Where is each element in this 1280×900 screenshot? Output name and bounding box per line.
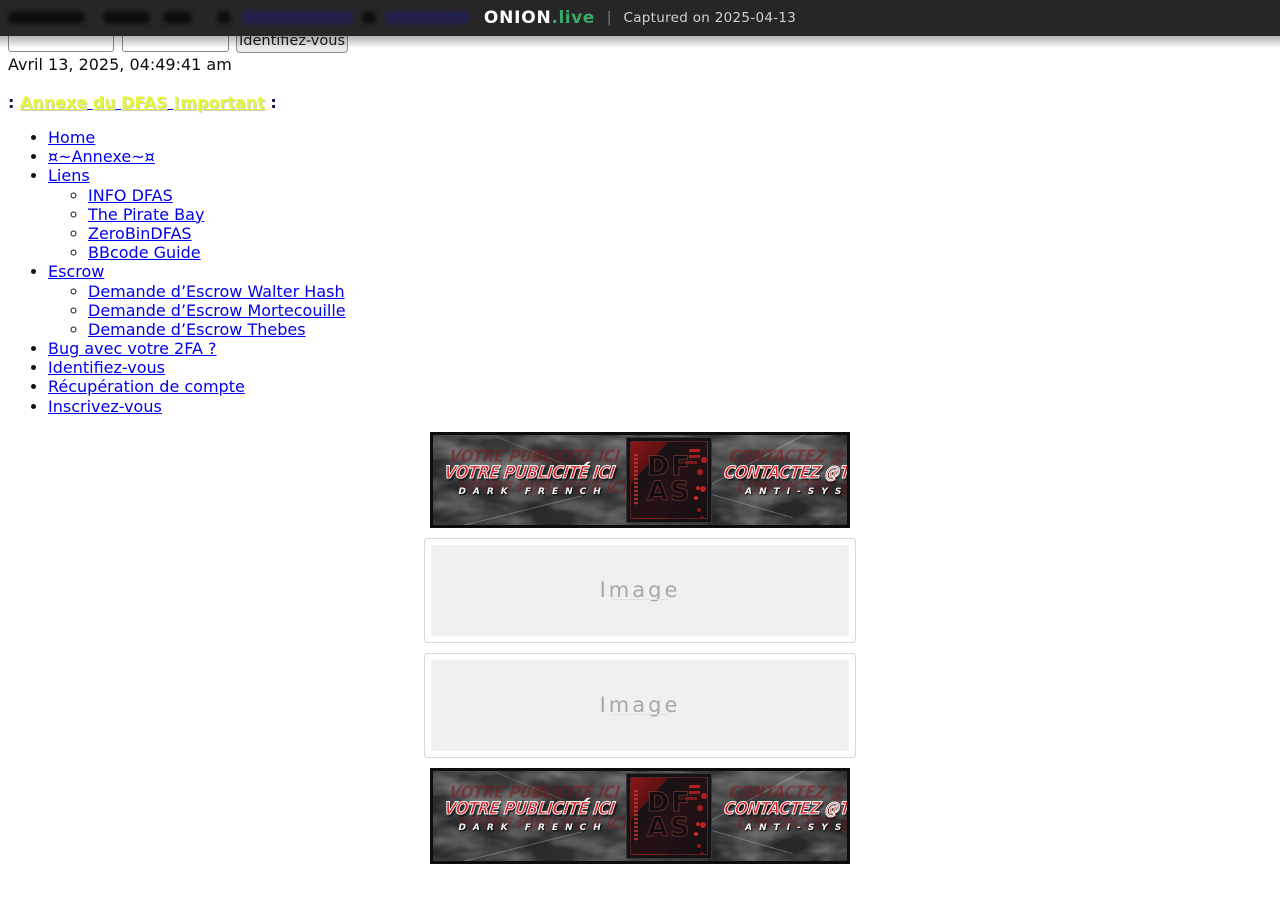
nav-link[interactable]: Inscrivez-vous <box>48 397 162 416</box>
image-placeholder-inner: Image <box>431 545 849 636</box>
nav-link[interactable]: ¤~Annexe~¤ <box>48 147 155 166</box>
nav-sublink[interactable]: BBcode Guide <box>88 243 201 262</box>
nav-sublink[interactable]: The Pirate Bay <box>88 205 204 224</box>
nav-item: Inscrivez-vous <box>48 397 1272 416</box>
redacted-text-blob <box>163 11 192 24</box>
nav-item: ¤~Annexe~¤ <box>48 147 1272 166</box>
logo-side-marking <box>634 790 638 842</box>
annexe-announcement: : Annexe du DFAS !mportant : <box>8 93 1272 112</box>
dfas-logo-square: DF AS <box>630 777 708 855</box>
ad-left-block: VOTRE PUBLICITÉ ICI VOTRE PUBLICITÉ ICI … <box>433 771 626 861</box>
nav-link[interactable]: Escrow <box>48 262 104 281</box>
ad-right-subline: ANTI-SYSTEM <box>738 487 850 497</box>
nav-sublist: Demande d’Escrow Walter HashDemande d’Es… <box>48 282 1272 340</box>
image-placeholder-1: Image <box>424 538 856 643</box>
redacted-link-blob <box>241 11 354 24</box>
nav-sublink[interactable]: Demande d’Escrow Mortecouille <box>88 301 346 320</box>
nav-sublist: INFO DFASThe Pirate BayZeroBinDFASBBcode… <box>48 186 1272 263</box>
nav-subitem: Demande d’Escrow Mortecouille <box>88 301 1272 320</box>
nav-sublink[interactable]: Demande d’Escrow Walter Hash <box>88 282 345 301</box>
redacted-text-blob <box>8 11 85 24</box>
nav-link[interactable]: Home <box>48 128 95 147</box>
logo-paint-splatter <box>696 486 700 490</box>
ad-right-headline: CONTACTEZ @THEBES <box>723 463 850 483</box>
dfas-logo: DF AS <box>626 773 712 859</box>
nav-sublink[interactable]: INFO DFAS <box>88 186 173 205</box>
dfas-ad-banner-top[interactable]: VOTRE PUBLICITÉ ICI VOTRE PUBLICITÉ ICI … <box>430 432 850 528</box>
nav-item: Identifiez-vous <box>48 358 1272 377</box>
page: ONION.live | Captured on 2025-04-13 Iden… <box>0 0 1280 900</box>
main-content: Avril 13, 2025, 04:49:41 am : Annexe du … <box>8 55 1272 874</box>
redacted-text-blob <box>362 11 376 24</box>
ad-left-block: VOTRE PUBLICITÉ ICI VOTRE PUBLICITÉ ICI … <box>433 435 626 525</box>
redacted-welcome-row <box>0 0 1280 36</box>
logo-side-marking <box>634 454 638 506</box>
logo-paint-splatter <box>696 822 700 826</box>
nav-item: Home <box>48 128 1272 147</box>
nav-subitem: Demande d’Escrow Thebes <box>88 320 1272 339</box>
ad-right-headline: CONTACTEZ @THEBES <box>723 799 850 819</box>
nav-item: EscrowDemande d’Escrow Walter HashDemand… <box>48 262 1272 339</box>
logo-letters-bottom: AS <box>647 480 691 505</box>
redacted-text-blob <box>103 11 150 24</box>
image-placeholder-artifact <box>612 714 668 715</box>
annexe-word: du <box>93 93 116 112</box>
center-stack: VOTRE PUBLICITÉ ICI VOTRE PUBLICITÉ ICI … <box>8 432 1272 864</box>
logo-corner-marks <box>689 449 700 452</box>
ad-right-subline: ANTI-SYSTEM <box>738 823 850 833</box>
nav-subitem: INFO DFAS <box>88 186 1272 205</box>
dfas-logo-square: DF AS <box>630 441 708 519</box>
ad-left-subline: DARK FRENCH <box>451 487 607 497</box>
ad-left-subline: DARK FRENCH <box>451 823 607 833</box>
redacted-link-blob <box>384 11 470 24</box>
nav-link[interactable]: Bug avec votre 2FA ? <box>48 339 216 358</box>
redacted-text-blob <box>217 11 231 24</box>
nav-sublink[interactable]: ZeroBinDFAS <box>88 224 192 243</box>
annexe-word: Annexe <box>20 93 87 112</box>
current-datetime: Avril 13, 2025, 04:49:41 am <box>8 55 1272 74</box>
logo-letters-bottom: AS <box>647 816 691 841</box>
ad-right-block: CONTACTEZ @THEBES CONTACTEZ @THEBES CONT… <box>712 771 850 861</box>
image-placeholder-inner: Image <box>431 660 849 751</box>
annexe-word: !mportant <box>173 93 265 112</box>
nav-item: Récupération de compte <box>48 377 1272 396</box>
annexe-link[interactable]: Annexe du DFAS !mportant <box>20 93 265 112</box>
ad-left-headline: VOTRE PUBLICITÉ ICI <box>443 799 616 819</box>
nav-list: Home¤~Annexe~¤LiensINFO DFASThe Pirate B… <box>8 128 1272 416</box>
nav-item: Bug avec votre 2FA ? <box>48 339 1272 358</box>
nav-link[interactable]: Identifiez-vous <box>48 358 165 377</box>
nav-subitem: The Pirate Bay <box>88 205 1272 224</box>
nav-subitem: Demande d’Escrow Walter Hash <box>88 282 1272 301</box>
ad-right-block: CONTACTEZ @THEBES CONTACTEZ @THEBES CONT… <box>712 435 850 525</box>
dfas-ad-banner-bottom[interactable]: VOTRE PUBLICITÉ ICI VOTRE PUBLICITÉ ICI … <box>430 768 850 864</box>
annexe-prefix: : <box>8 93 14 112</box>
capture-banner: ONION.live | Captured on 2025-04-13 <box>0 0 1280 36</box>
nav-subitem: ZeroBinDFAS <box>88 224 1272 243</box>
dfas-logo: DF AS <box>626 437 712 523</box>
annexe-word: DFAS <box>121 93 167 112</box>
image-placeholder-2: Image <box>424 653 856 758</box>
logo-corner-marks <box>689 785 700 788</box>
annexe-suffix: : <box>270 93 276 112</box>
nav-link[interactable]: Récupération de compte <box>48 377 245 396</box>
image-placeholder-artifact <box>612 599 668 600</box>
nav-item: LiensINFO DFASThe Pirate BayZeroBinDFASB… <box>48 166 1272 262</box>
nav-subitem: BBcode Guide <box>88 243 1272 262</box>
nav-link[interactable]: Liens <box>48 166 90 185</box>
ad-left-headline: VOTRE PUBLICITÉ ICI <box>443 463 616 483</box>
nav-sublink[interactable]: Demande d’Escrow Thebes <box>88 320 306 339</box>
